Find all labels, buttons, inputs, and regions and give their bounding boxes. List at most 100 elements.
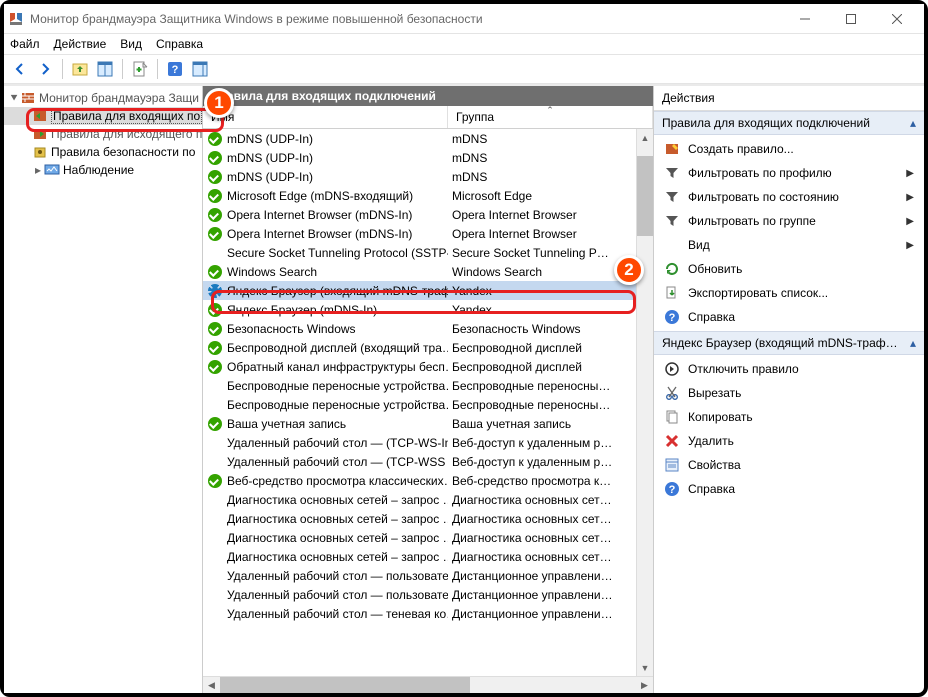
rule-row[interactable]: Удаленный рабочий стол — пользовате…Дист… [203, 585, 653, 604]
rule-row[interactable]: Диагностика основных сетей – запрос …Диа… [203, 547, 653, 566]
rule-row[interactable]: Удаленный рабочий стол — (TCP-WS-In)Веб-… [203, 433, 653, 452]
menu-file[interactable]: Файл [10, 37, 40, 51]
rule-name: Удаленный рабочий стол — (TCP-WS-In) [227, 436, 448, 450]
rule-row[interactable]: Удаленный рабочий стол — теневая ко…Дист… [203, 604, 653, 623]
rule-name: Диагностика основных сетей – запрос … [227, 493, 448, 507]
rule-row[interactable]: Microsoft Edge (mDNS-входящий)Microsoft … [203, 186, 653, 205]
rule-row[interactable]: Удаленный рабочий стол — пользовате…Дист… [203, 566, 653, 585]
rules-pane-title: Правила для входящих подключений [203, 86, 653, 106]
close-button[interactable] [874, 4, 920, 33]
rule-group: Диагностика основных сет… [448, 550, 653, 564]
action-item[interactable]: Создать правило... [654, 137, 924, 161]
panes-button[interactable] [94, 58, 116, 80]
menu-view[interactable]: Вид [120, 37, 142, 51]
rule-row[interactable]: Беспроводной дисплей (входящий тра…Беспр… [203, 338, 653, 357]
rule-row[interactable]: Веб-средство просмотра классических…Веб-… [203, 471, 653, 490]
rule-status-icon [207, 188, 223, 204]
view-icon [664, 237, 680, 253]
rule-status-icon [207, 131, 223, 147]
rules-list[interactable]: mDNS (UDP-In)mDNSmDNS (UDP-In)mDNSmDNS (… [203, 129, 653, 676]
action-item[interactable]: Обновить [654, 257, 924, 281]
rule-row[interactable]: Яндекс.Браузер (mDNS-In)Yandex [203, 300, 653, 319]
vertical-scrollbar[interactable]: ▲ ▼ [636, 129, 653, 676]
rule-name: Яндекс.Браузер (mDNS-In) [227, 303, 377, 317]
action-item[interactable]: Фильтровать по группе▶ [654, 209, 924, 233]
col-name[interactable]: Имя [203, 106, 448, 128]
scroll-up-icon[interactable]: ▲ [637, 129, 653, 146]
action-item[interactable]: Фильтровать по состоянию▶ [654, 185, 924, 209]
rule-row[interactable]: Opera Internet Browser (mDNS-In)Opera In… [203, 205, 653, 224]
rule-row[interactable]: Беспроводные переносные устройства…Беспр… [203, 376, 653, 395]
rule-row[interactable]: Удаленный рабочий стол — (TCP-WSS …Веб-д… [203, 452, 653, 471]
actions-header-2[interactable]: Яндекс Браузер (входящий mDNS-траф… ▴ [654, 331, 924, 355]
rule-group: Microsoft Edge [448, 189, 653, 203]
action-item[interactable]: ?Справка [654, 305, 924, 329]
action-item[interactable]: Вырезать [654, 381, 924, 405]
tree-root[interactable]: ⯆ Монитор брандмауэра Защи [4, 89, 202, 107]
scroll-right-icon[interactable]: ▶ [636, 677, 653, 693]
tree-security-rules[interactable]: Правила безопасности по [4, 143, 202, 161]
tree-monitoring-label: Наблюдение [63, 163, 134, 177]
rule-name: Безопасность Windows [227, 322, 356, 336]
expand-icon[interactable]: ▸ [32, 163, 44, 177]
action-item[interactable]: Свойства [654, 453, 924, 477]
action-item[interactable]: ?Справка [654, 477, 924, 501]
copy-icon [664, 409, 680, 425]
callout-2: 2 [614, 255, 644, 285]
rule-row[interactable]: Opera Internet Browser (mDNS-In)Opera In… [203, 224, 653, 243]
rule-name: Диагностика основных сетей – запрос … [227, 550, 448, 564]
tree-inbound-rules[interactable]: Правила для входящих по [4, 107, 202, 125]
tree-root-label: Монитор брандмауэра Защи [39, 91, 199, 105]
export-icon [664, 285, 680, 301]
collapse-up-icon[interactable]: ▴ [910, 336, 916, 350]
back-button[interactable] [9, 58, 31, 80]
action-item[interactable]: Отключить правило [654, 357, 924, 381]
rule-row[interactable]: Secure Socket Tunneling Protocol (SSTP-…… [203, 243, 653, 262]
rule-row[interactable]: mDNS (UDP-In)mDNS [203, 129, 653, 148]
minimize-button[interactable] [782, 4, 828, 33]
rule-row[interactable]: Безопасность WindowsБезопасность Windows [203, 319, 653, 338]
actions-header-1[interactable]: Правила для входящих подключений ▴ [654, 111, 924, 135]
rule-row[interactable]: Обратный канал инфраструктуры бесп…Беспр… [203, 357, 653, 376]
up-button[interactable] [69, 58, 91, 80]
rule-row[interactable]: mDNS (UDP-In)mDNS [203, 148, 653, 167]
menu-action[interactable]: Действие [54, 37, 107, 51]
rule-name: Диагностика основных сетей – запрос … [227, 512, 448, 526]
collapse-icon[interactable]: ⯆ [8, 91, 20, 106]
rule-row[interactable]: Диагностика основных сетей – запрос …Диа… [203, 490, 653, 509]
action-item[interactable]: Экспортировать список... [654, 281, 924, 305]
new-button[interactable] [129, 58, 151, 80]
menu-help[interactable]: Справка [156, 37, 203, 51]
hscroll-thumb[interactable] [220, 677, 470, 693]
action-label: Свойства [688, 458, 741, 472]
rule-row[interactable]: Диагностика основных сетей – запрос …Диа… [203, 528, 653, 547]
layout-button[interactable] [189, 58, 211, 80]
rule-row[interactable]: Яндекс Браузер (входящий mDNS-траф…Yande… [203, 281, 653, 300]
tree-outbound-rules[interactable]: Правила для исходящего п [4, 125, 202, 143]
rule-name: mDNS (UDP-In) [227, 151, 313, 165]
cut-icon [664, 385, 680, 401]
svg-text:?: ? [172, 64, 179, 76]
action-item[interactable]: Копировать [654, 405, 924, 429]
action-item[interactable]: Удалить [654, 429, 924, 453]
collapse-up-icon[interactable]: ▴ [910, 116, 916, 130]
rule-row[interactable]: Беспроводные переносные устройства…Беспр… [203, 395, 653, 414]
rule-row[interactable]: Ваша учетная записьВаша учетная запись [203, 414, 653, 433]
horizontal-scrollbar[interactable]: ◀ ▶ [203, 676, 653, 693]
scroll-down-icon[interactable]: ▼ [637, 659, 653, 676]
help-button[interactable]: ? [164, 58, 186, 80]
nav-tree[interactable]: ⯆ Монитор брандмауэра Защи Правила для в… [4, 86, 203, 693]
rule-row[interactable]: mDNS (UDP-In)mDNS [203, 167, 653, 186]
scroll-thumb[interactable] [637, 156, 653, 236]
rule-row[interactable]: Диагностика основных сетей – запрос …Диа… [203, 509, 653, 528]
tree-monitoring[interactable]: ▸ Наблюдение [4, 161, 202, 179]
rule-name: Беспроводные переносные устройства… [227, 398, 448, 412]
action-item[interactable]: Фильтровать по профилю▶ [654, 161, 924, 185]
maximize-button[interactable] [828, 4, 874, 33]
col-group[interactable]: ⌃ Группа [448, 106, 653, 128]
action-item[interactable]: Вид▶ [654, 233, 924, 257]
rule-row[interactable]: Windows SearchWindows Search [203, 262, 653, 281]
scroll-left-icon[interactable]: ◀ [203, 677, 220, 693]
forward-button[interactable] [34, 58, 56, 80]
actions-title: Действия [654, 86, 924, 111]
